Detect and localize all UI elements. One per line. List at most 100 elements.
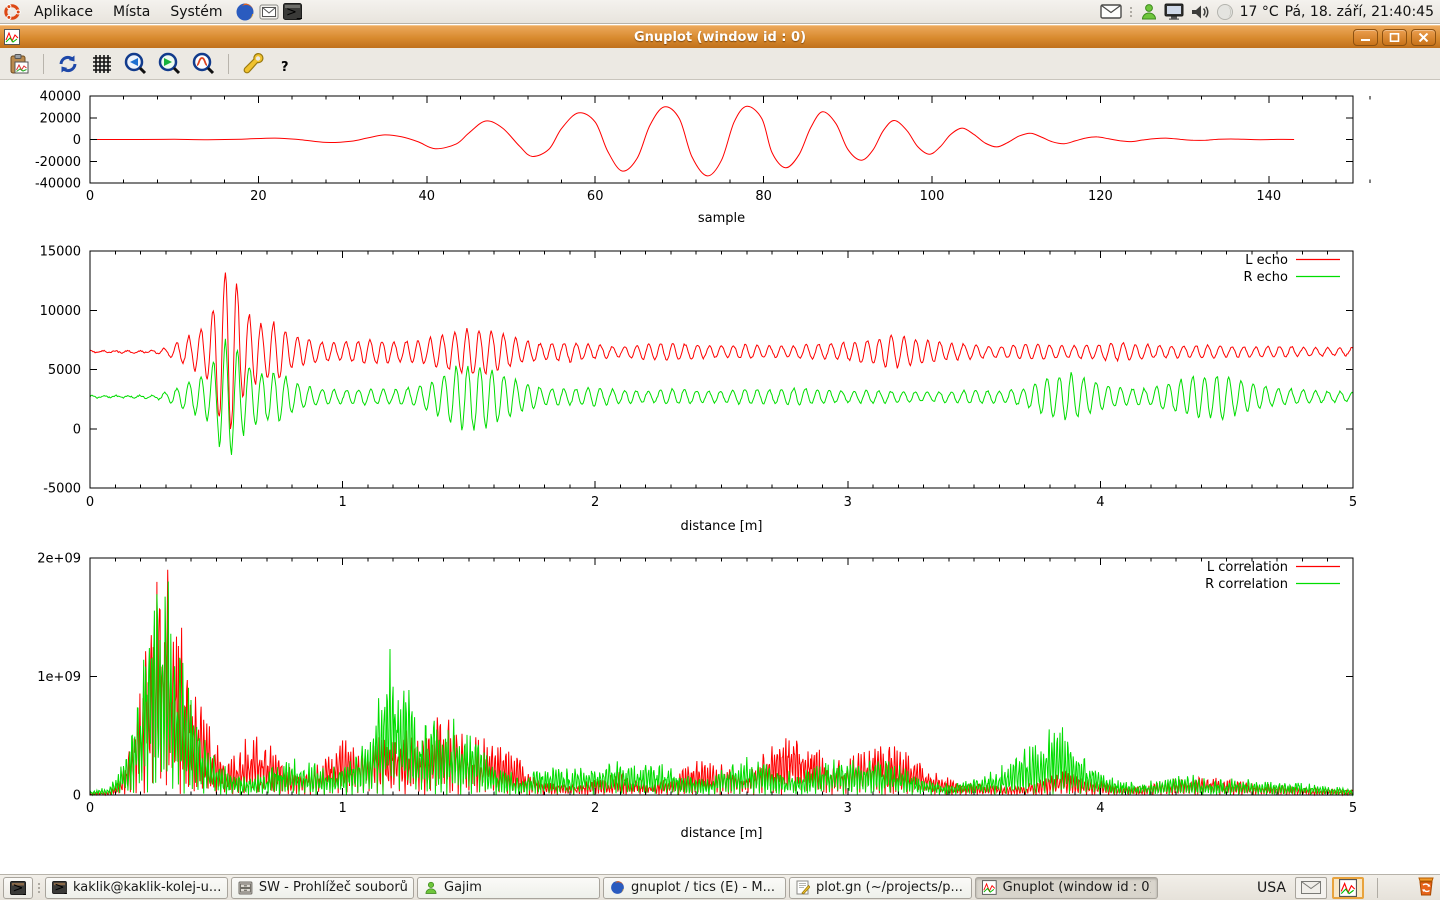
top-panel: AplikaceMístaSystém >_	[0, 0, 1440, 24]
terminal-icon[interactable]: >_	[281, 0, 305, 24]
replot-icon[interactable]	[55, 51, 81, 77]
plot-2-series-r-echo	[90, 339, 1353, 455]
show-desktop-button[interactable]: >_	[3, 877, 33, 899]
x-tick-label: 80	[755, 189, 772, 204]
plot-border	[90, 96, 1353, 183]
temperature-label[interactable]: 17 °C	[1240, 4, 1279, 20]
help-icon[interactable]: ?	[274, 51, 300, 77]
ubuntu-logo-icon[interactable]	[0, 0, 24, 24]
maximize-button[interactable]	[1382, 29, 1407, 46]
x-tick-label: 4	[1096, 495, 1104, 510]
panel-menu-aplikace[interactable]: Aplikace	[24, 0, 103, 24]
y-tick-label: -5000	[43, 482, 81, 497]
svg-text:>_: >_	[286, 5, 302, 20]
taskbar-item-0[interactable]: >_kaklik@kaklik-kolej-u...	[45, 877, 228, 899]
gnuplot-icon	[4, 29, 20, 45]
svg-text:>_: >_	[54, 881, 67, 894]
taskbar-item-label: gnuplot / tics (E) - M...	[631, 880, 775, 895]
svg-text:?: ?	[281, 60, 289, 75]
x-tick-label: 4	[1096, 801, 1104, 816]
taskbar-item-2[interactable]: Gajim	[417, 877, 600, 899]
y-tick-label: -20000	[35, 155, 81, 170]
bottom-taskbar: >_ >_kaklik@kaklik-kolej-u... SW - Prohlí…	[0, 874, 1440, 900]
x-tick-label: 0	[86, 189, 94, 204]
legend-label: L correlation	[1207, 560, 1288, 575]
taskbar-item-label: Gajim	[444, 880, 482, 895]
gajim-icon[interactable]	[1140, 3, 1158, 21]
plot-3-series-l-correlation	[90, 570, 1353, 795]
x-tick-label: 3	[844, 495, 852, 510]
taskbar-item-label: SW - Prohlížeč souborů	[259, 880, 407, 895]
firefox-icon	[610, 880, 625, 895]
y-tick-label: 0	[73, 133, 81, 148]
options-wrench-icon[interactable]	[240, 51, 266, 77]
y-tick-label: 0	[73, 789, 81, 804]
toolbar-separator	[43, 54, 44, 74]
minimize-button[interactable]	[1353, 29, 1378, 46]
x-tick-label: 1	[338, 495, 346, 510]
window-titlebar[interactable]: Gnuplot (window id : 0)	[0, 25, 1440, 48]
plots-svg: 020406080100120140-40000-200000200004000…	[0, 80, 1440, 874]
grid-icon[interactable]	[89, 51, 115, 77]
gajim-icon	[424, 881, 438, 895]
mail-icon[interactable]	[257, 0, 281, 24]
tray-handle[interactable]	[1128, 7, 1134, 17]
plot-border	[90, 251, 1353, 488]
weather-icon[interactable]	[1216, 3, 1234, 21]
plot-2: 012345-5000050001000015000distance [m]L …	[40, 245, 1358, 535]
terminal-icon: >_	[52, 881, 67, 894]
mail-tray-button[interactable]	[1295, 877, 1327, 899]
taskbar-item-5[interactable]: Gnuplot (window id : 0)	[975, 877, 1158, 899]
display-icon[interactable]	[1164, 3, 1184, 20]
gnuplot-canvas[interactable]: 020406080100120140-40000-200000200004000…	[0, 80, 1440, 874]
volume-icon[interactable]	[1190, 4, 1210, 20]
plot-3: 01234501e+092e+09distance [m]L correlati…	[37, 552, 1357, 842]
close-button[interactable]	[1411, 29, 1436, 46]
y-tick-label: 2e+09	[37, 552, 81, 567]
gnuplot-tray-button[interactable]	[1332, 877, 1364, 899]
copy-to-clipboard-button[interactable]	[6, 51, 32, 77]
x-tick-label: 60	[587, 189, 604, 204]
firefox-icon[interactable]	[233, 0, 257, 24]
x-axis-title: distance [m]	[680, 519, 762, 534]
plot-1-series-signal	[90, 106, 1294, 176]
legend-label: R echo	[1243, 270, 1288, 285]
x-axis-title: distance [m]	[680, 826, 762, 841]
next-zoom-icon[interactable]	[157, 51, 183, 77]
x-tick-label: 1	[338, 801, 346, 816]
x-tick-label: 140	[1256, 189, 1281, 204]
previous-zoom-icon[interactable]	[123, 51, 149, 77]
mail-icon[interactable]	[1100, 4, 1122, 19]
plot-3-series-r-correlation	[90, 582, 1353, 796]
y-tick-label: 1e+09	[37, 670, 81, 685]
keyboard-layout-indicator[interactable]: USA	[1257, 880, 1286, 896]
y-tick-label: 40000	[40, 90, 81, 105]
x-tick-label: 2	[591, 801, 599, 816]
taskbar-item-1[interactable]: SW - Prohlížeč souborů	[231, 877, 414, 899]
panel-menu-místa[interactable]: Místa	[103, 0, 160, 24]
legend-label: R correlation	[1205, 577, 1288, 592]
x-tick-label: 5	[1349, 495, 1357, 510]
y-tick-label: 0	[73, 422, 81, 437]
panel-menus: AplikaceMístaSystém	[24, 0, 233, 24]
x-tick-label: 20	[250, 189, 267, 204]
window-list: >_kaklik@kaklik-kolej-u... SW - Prohlížeč…	[42, 877, 1158, 899]
plot-1: 020406080100120140-40000-200000200004000…	[35, 90, 1370, 227]
taskbar-item-4[interactable]: plot.gn (~/projects/p...	[789, 877, 972, 899]
y-tick-label: 15000	[40, 245, 81, 260]
taskbar-item-3[interactable]: gnuplot / tics (E) - M...	[603, 877, 786, 899]
gnuplot-toolbar: ?	[0, 48, 1440, 80]
trash-icon[interactable]	[1415, 875, 1437, 900]
x-tick-label: 0	[86, 495, 94, 510]
x-tick-label: 40	[419, 189, 436, 204]
panel-tray: 17 °C Pá, 18. září, 21:40:45	[1100, 3, 1440, 21]
x-tick-label: 5	[1349, 801, 1357, 816]
legend-label: L echo	[1245, 253, 1288, 268]
y-tick-label: -40000	[35, 177, 81, 192]
x-tick-label: 120	[1088, 189, 1113, 204]
x-tick-label: 100	[920, 189, 945, 204]
clock-label[interactable]: Pá, 18. září, 21:40:45	[1285, 4, 1434, 20]
taskbar-item-label: Gnuplot (window id : 0)	[1003, 880, 1151, 895]
panel-menu-systém[interactable]: Systém	[160, 0, 232, 24]
autoscale-icon[interactable]	[191, 51, 217, 77]
